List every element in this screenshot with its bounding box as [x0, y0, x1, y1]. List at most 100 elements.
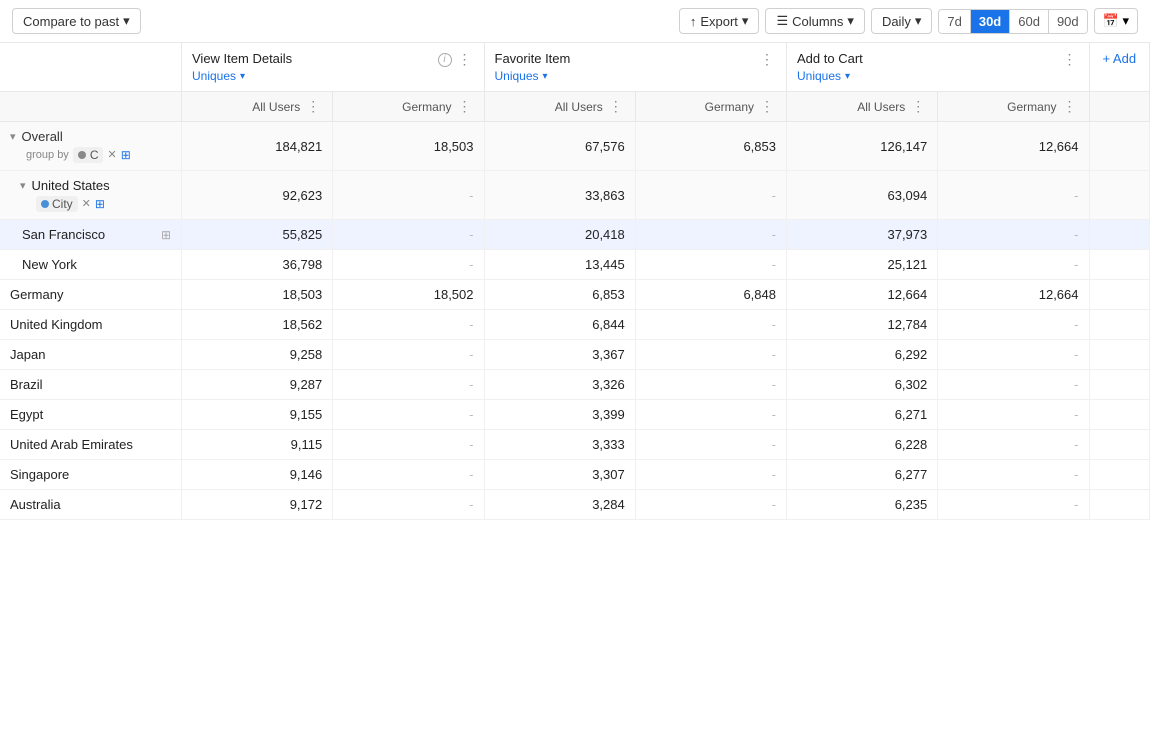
us-cart-allusers: 63,094 — [787, 171, 938, 220]
daily-button[interactable]: Daily ▾ — [871, 8, 932, 34]
sf-filter-button[interactable]: ⊞ — [161, 228, 171, 242]
country-row: United Kingdom ⊞ 18,562-6,844-12,784- — [0, 310, 1150, 340]
add-column-header[interactable]: + Add — [1089, 43, 1150, 92]
country-val-6-2: 3,307 — [484, 460, 635, 490]
favorite-item-title: Favorite Item — [495, 51, 571, 66]
country-val-1-0: 18,562 — [182, 310, 333, 340]
country-val-7-0: 9,172 — [182, 490, 333, 520]
overall-cart-allusers: 126,147 — [787, 122, 938, 171]
country-label-cell-0: Germany ⊞ — [0, 280, 182, 310]
country-val-1-2: 6,844 — [484, 310, 635, 340]
chip-label: C — [90, 148, 99, 162]
export-chevron-icon: ▾ — [742, 13, 749, 29]
cart-allusers-header: All Users ⋮ — [787, 92, 938, 122]
chevron-down-icon: ▾ — [123, 13, 130, 29]
country-row: United Arab Emirates ⊞ 9,115-3,333-6,228… — [0, 430, 1150, 460]
country-val-3-4: 6,302 — [787, 370, 938, 400]
info-icon-1[interactable]: i — [438, 53, 452, 67]
overall-filter-button[interactable]: ⊞ — [121, 148, 131, 162]
sf-cart-germany: - — [938, 220, 1089, 250]
country-label-cell-2: Japan ⊞ — [0, 340, 182, 370]
us-fav-allusers: 33,863 — [484, 171, 635, 220]
col-group-header-row: View Item Details Uniques ▾ i ⋮ — [0, 43, 1150, 92]
country-name: Singapore — [10, 467, 69, 482]
country-val-1-1: - — [333, 310, 484, 340]
country-val-3-5: - — [938, 370, 1089, 400]
row-sub-label — [0, 92, 182, 122]
cart-germany-menu[interactable]: ⋮ — [1061, 98, 1079, 115]
group-by-label: group by — [26, 149, 69, 161]
overall-cart-germany: 12,664 — [938, 122, 1089, 171]
sf-add — [1089, 220, 1150, 250]
toolbar-right: ↑ Export ▾ ☰ Columns ▾ Daily ▾ 7d 30d 60… — [679, 8, 1138, 34]
country-row: Brazil ⊞ 9,287-3,326-6,302- — [0, 370, 1150, 400]
calendar-button[interactable]: 📅 ▾ — [1094, 8, 1138, 34]
add-to-cart-header: Add to Cart Uniques ▾ ⋮ — [787, 43, 1090, 92]
uniques-chevron-icon-2: ▾ — [543, 71, 548, 82]
add-col-sub — [1089, 92, 1150, 122]
time-90d-button[interactable]: 90d — [1049, 10, 1087, 33]
main-table: View Item Details Uniques ▾ i ⋮ — [0, 43, 1150, 520]
overall-fav-allusers: 67,576 — [484, 122, 635, 171]
time-7d-button[interactable]: 7d — [939, 10, 970, 33]
cart-allusers-menu[interactable]: ⋮ — [909, 98, 927, 115]
country-val-4-5: - — [938, 400, 1089, 430]
time-30d-button[interactable]: 30d — [971, 10, 1010, 33]
vid-germany-header: Germany ⋮ — [333, 92, 484, 122]
country-row: Australia ⊞ 9,172-3,284-6,235- — [0, 490, 1150, 520]
country-val-0-3: 6,848 — [635, 280, 786, 310]
col-menu-button-3[interactable]: ⋮ — [1061, 51, 1079, 68]
country-row: Singapore ⊞ 9,146-3,307-6,277- — [0, 460, 1150, 490]
country-val-7-1: - — [333, 490, 484, 520]
us-expand-icon[interactable]: ▾ — [20, 179, 26, 192]
add-to-cart-sub[interactable]: Uniques ▾ — [797, 69, 863, 83]
favorite-item-sub[interactable]: Uniques ▾ — [495, 69, 571, 83]
sf-fav-allusers: 20,418 — [484, 220, 635, 250]
country-val-5-0: 9,115 — [182, 430, 333, 460]
export-label: Export — [700, 14, 738, 29]
country-val-5-1: - — [333, 430, 484, 460]
country-val-0-5: 12,664 — [938, 280, 1089, 310]
country-val-3-0: 9,287 — [182, 370, 333, 400]
country-row: Egypt ⊞ 9,155-3,399-6,271- — [0, 400, 1150, 430]
fav-allusers-menu[interactable]: ⋮ — [607, 98, 625, 115]
calendar-icon: 📅 — [1103, 13, 1119, 28]
columns-button[interactable]: ☰ Columns ▾ — [765, 8, 864, 34]
country-add-0 — [1089, 280, 1150, 310]
ny-add — [1089, 250, 1150, 280]
country-val-0-0: 18,503 — [182, 280, 333, 310]
col-menu-button-1[interactable]: ⋮ — [456, 51, 474, 68]
country-val-7-4: 6,235 — [787, 490, 938, 520]
country-val-6-3: - — [635, 460, 786, 490]
view-item-details-sub[interactable]: Uniques ▾ — [192, 69, 292, 83]
vid-germany-menu[interactable]: ⋮ — [456, 98, 474, 115]
overall-fav-germany: 6,853 — [635, 122, 786, 171]
sf-vid-allusers: 55,825 — [182, 220, 333, 250]
country-val-6-1: - — [333, 460, 484, 490]
country-label-cell-5: United Arab Emirates ⊞ — [0, 430, 182, 460]
table-wrapper: View Item Details Uniques ▾ i ⋮ — [0, 43, 1150, 520]
overall-label: Overall — [22, 129, 63, 144]
country-name: Germany — [10, 287, 63, 302]
country-val-4-3: - — [635, 400, 786, 430]
country-val-6-0: 9,146 — [182, 460, 333, 490]
us-fav-germany: - — [635, 171, 786, 220]
chip-remove-button[interactable]: ✕ — [107, 150, 116, 161]
export-button[interactable]: ↑ Export ▾ — [679, 8, 760, 34]
city-chip-remove[interactable]: ✕ — [82, 199, 91, 210]
country-add-3 — [1089, 370, 1150, 400]
compare-button[interactable]: Compare to past ▾ — [12, 8, 141, 34]
overall-expand-icon[interactable]: ▾ — [10, 130, 16, 143]
ny-vid-germany: - — [333, 250, 484, 280]
country-val-3-3: - — [635, 370, 786, 400]
compare-label: Compare to past — [23, 14, 119, 29]
overall-add — [1089, 122, 1150, 171]
us-city-filter-button[interactable]: ⊞ — [95, 197, 105, 211]
fav-germany-menu[interactable]: ⋮ — [758, 98, 776, 115]
vid-allusers-menu[interactable]: ⋮ — [304, 98, 322, 115]
col-menu-button-2[interactable]: ⋮ — [758, 51, 776, 68]
daily-chevron-icon: ▾ — [915, 13, 922, 29]
uniques-chevron-icon-1: ▾ — [240, 71, 245, 82]
overall-vid-allusers: 184,821 — [182, 122, 333, 171]
time-60d-button[interactable]: 60d — [1010, 10, 1049, 33]
